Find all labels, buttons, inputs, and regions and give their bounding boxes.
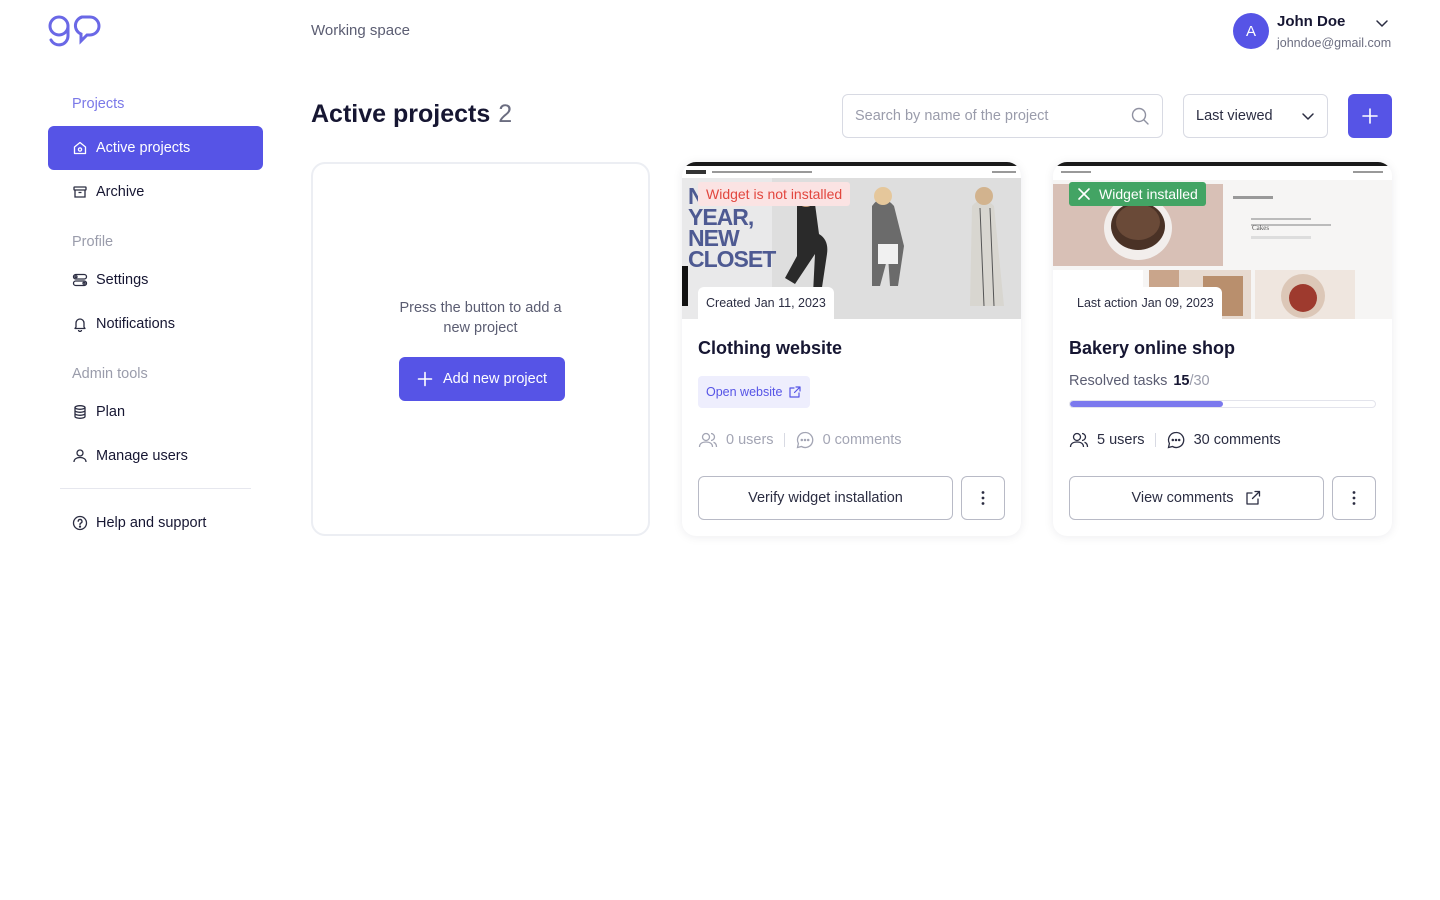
- logo: [48, 15, 101, 47]
- empty-card-text-body: Press the button to add a new project: [399, 300, 562, 336]
- sidebar-group-profile: Profile: [72, 234, 114, 250]
- date-label: Last action: [1077, 296, 1138, 310]
- view-comments-button[interactable]: View comments: [1069, 476, 1324, 520]
- home-icon: [73, 141, 87, 155]
- more-options-button[interactable]: [1332, 476, 1376, 520]
- progress-bar-fill: [1070, 401, 1223, 407]
- user-menu[interactable]: A John Doe johndoe@gmail.com: [1233, 12, 1391, 52]
- search-box: [842, 94, 1163, 138]
- sidebar-item-label: Notifications: [96, 316, 175, 332]
- users-count: 5 users: [1097, 432, 1145, 448]
- sidebar-item-notifications[interactable]: Notifications: [48, 302, 263, 346]
- project-stats: 5 users 30 comments: [1069, 430, 1281, 450]
- close-icon: [1078, 188, 1090, 200]
- external-link-icon: [1245, 490, 1260, 505]
- view-comments-label: View comments: [1131, 490, 1234, 506]
- preview-heading: Cakes: [1252, 224, 1270, 232]
- comment-icon: [796, 431, 813, 449]
- sidebar-item-label: Archive: [96, 184, 145, 200]
- user-icon: [73, 449, 87, 463]
- sort-select-value: Last viewed: [1196, 108, 1273, 124]
- stats-separator: [783, 433, 785, 447]
- project-title: Clothing website: [698, 338, 842, 358]
- project-count: 2: [498, 100, 513, 128]
- help-icon: [72, 515, 88, 531]
- more-vertical-icon: [1352, 491, 1356, 505]
- new-project-card: Press the button to add a new project Ad…: [311, 162, 650, 536]
- workspace-label: Working space: [311, 22, 410, 39]
- project-thumbnail: N YEAR, NEW CLOSET Widget is not install…: [682, 162, 1021, 319]
- empty-card-text: Press the button to add a new project: [313, 298, 648, 338]
- external-link-icon: [789, 386, 802, 398]
- date-value: Jan 09, 2023: [1141, 296, 1214, 310]
- date-value: Jan 11, 2023: [754, 296, 826, 310]
- database-icon: [74, 405, 86, 419]
- add-project-button[interactable]: [1348, 94, 1392, 138]
- add-new-project-label: Add new project: [443, 371, 547, 387]
- open-website-link[interactable]: Open website: [698, 376, 811, 408]
- sidebar-item-active-projects[interactable]: Active projects: [48, 126, 263, 170]
- sidebar-item-label: Active projects: [96, 140, 191, 156]
- stats-separator: [1154, 433, 1156, 447]
- progress-bar: [1069, 400, 1376, 408]
- verify-widget-label: Verify widget installation: [748, 490, 903, 506]
- verify-widget-button[interactable]: Verify widget installation: [698, 476, 953, 520]
- add-new-project-button[interactable]: Add new project: [399, 357, 565, 401]
- sidebar-item-settings[interactable]: Settings: [48, 258, 263, 302]
- project-title: Bakery online shop: [1069, 338, 1236, 358]
- plus-icon: [417, 371, 433, 387]
- archive-icon: [73, 186, 87, 198]
- comment-icon: [1167, 431, 1184, 449]
- preview-headline-line: CLOSET: [688, 246, 776, 272]
- sidebar-item-label: Help and support: [96, 515, 207, 531]
- more-vertical-icon: [981, 491, 985, 505]
- page-title-text: Active projects: [311, 100, 491, 128]
- search-input[interactable]: [855, 108, 1130, 124]
- settings-icon: [72, 273, 88, 287]
- resolved-tasks-label: Resolved tasks: [1069, 373, 1168, 389]
- more-options-button[interactable]: [961, 476, 1005, 520]
- sidebar-group-admin-tools: Admin tools: [72, 366, 148, 382]
- users-count: 0 users: [726, 432, 774, 448]
- project-card: Cakes Widget installed Last action Jan 0…: [1053, 162, 1392, 536]
- chevron-down-icon: [1302, 113, 1314, 120]
- resolved-tasks-total: /30: [1189, 373, 1210, 389]
- sidebar-item-label: Plan: [96, 404, 126, 420]
- sidebar-divider: [60, 488, 251, 489]
- search-icon[interactable]: [1130, 106, 1150, 126]
- users-icon: [1069, 432, 1089, 448]
- project-stats: 0 users 0 comments: [698, 430, 902, 450]
- sidebar-item-label: Settings: [96, 272, 149, 288]
- sidebar-item-plan[interactable]: Plan: [48, 390, 263, 434]
- comments-count: 30 comments: [1193, 432, 1281, 448]
- project-thumbnail: Cakes Widget installed Last action Jan 0…: [1053, 162, 1392, 319]
- status-badge: Widget installed: [1069, 182, 1206, 206]
- status-badge-label: Widget installed: [1099, 186, 1198, 202]
- sidebar-item-help[interactable]: Help and support: [48, 501, 263, 545]
- open-website-label: Open website: [706, 385, 783, 399]
- chevron-down-icon[interactable]: [1375, 16, 1389, 30]
- date-pill: Last action Jan 09, 2023: [1069, 287, 1222, 319]
- sort-select[interactable]: Last viewed: [1183, 94, 1328, 138]
- sidebar: Projects Active projects Archive Profile…: [48, 88, 263, 545]
- date-label: Created: [706, 296, 751, 310]
- user-email: johndoe@gmail.com: [1277, 36, 1392, 50]
- sidebar-group-projects: Projects: [72, 96, 125, 112]
- page-title: Active projects 2: [311, 100, 512, 129]
- users-icon: [698, 432, 718, 448]
- resolved-tasks: Resolved tasks 15/30: [1069, 373, 1210, 389]
- comments-count: 0 comments: [822, 432, 902, 448]
- sidebar-item-manage-users[interactable]: Manage users: [48, 434, 263, 478]
- date-pill: Created Jan 11, 2023: [698, 287, 834, 319]
- plus-icon: [1362, 108, 1378, 124]
- sidebar-item-archive[interactable]: Archive: [48, 170, 263, 214]
- project-card: N YEAR, NEW CLOSET Widget is not install…: [682, 162, 1021, 536]
- resolved-tasks-done: 15: [1173, 373, 1190, 389]
- status-badge: Widget is not installed: [698, 182, 851, 206]
- avatar: A: [1233, 13, 1269, 49]
- bell-icon: [74, 318, 86, 332]
- sidebar-item-label: Manage users: [96, 448, 188, 464]
